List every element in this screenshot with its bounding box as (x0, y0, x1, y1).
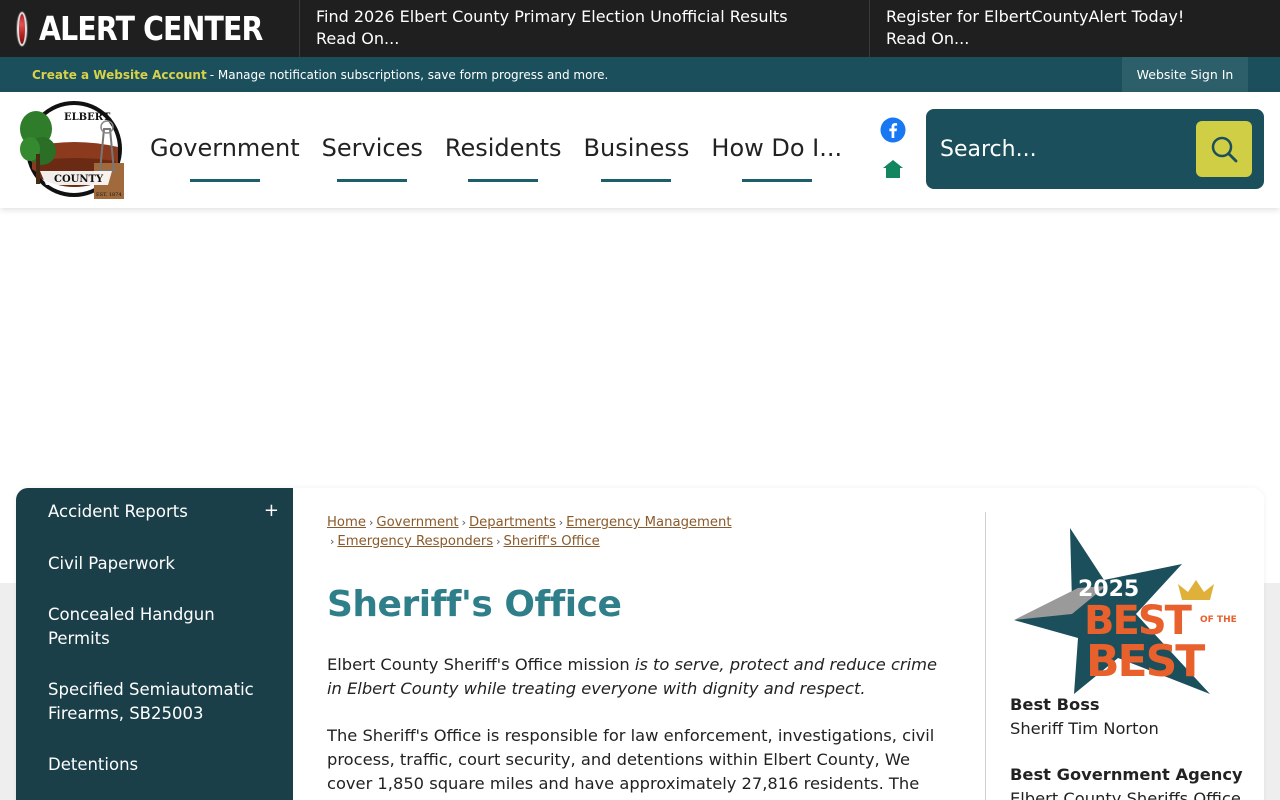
website-sign-in-button[interactable]: Website Sign In (1122, 57, 1248, 92)
elbert-county-logo[interactable]: ELBERT COUNTY EST. 1874 (16, 99, 130, 201)
sidenav-expand-toggle[interactable]: + (264, 500, 279, 521)
breadcrumb-separator: › (461, 516, 467, 529)
alert-bar: ALERT CENTER Find 2026 Elbert County Pri… (0, 0, 1280, 57)
nav-underline (337, 179, 408, 182)
alert-item-read-on: Read On... (316, 29, 400, 48)
logo-est-text: EST. 1874 (96, 192, 122, 198)
sidenav-label: Concealed Handgun Permits (48, 605, 215, 648)
award-heading-best-agency: Best Government Agency (1010, 765, 1243, 784)
alert-item-headline: Register for ElbertCountyAlert Today! (886, 7, 1185, 26)
alert-item-headline: Find 2026 Elbert County Primary Election… (316, 7, 788, 26)
sidenav-label: Accident Reports (48, 502, 188, 521)
description-paragraph: The Sheriff's Office is responsible for … (327, 726, 935, 800)
nav-underline (601, 179, 672, 182)
main-nav: Government Services Residents Business H… (150, 92, 864, 208)
best-of-the-best-award-graphic: 2025 BEST OF THE BEST (1014, 528, 1240, 694)
award-best-bottom: BEST (1086, 636, 1205, 687)
search-icon (1211, 136, 1238, 163)
mission-plain: Elbert County Sheriff's Office mission (327, 655, 635, 674)
column-divider (985, 512, 986, 800)
sidenav-item-civil-paperwork[interactable]: Civil Paperwork (48, 552, 258, 576)
award-value-best-boss: Sheriff Tim Norton (1010, 719, 1159, 738)
award-heading-best-boss: Best Boss (1010, 695, 1100, 714)
create-account-link[interactable]: Create a Website Account (32, 68, 207, 82)
alert-item-election[interactable]: Find 2026 Elbert County Primary Election… (300, 0, 870, 57)
nav-underline (189, 179, 260, 182)
breadcrumb-separator: › (496, 535, 501, 548)
sidenav-item-detentions[interactable]: Detentions (48, 753, 258, 777)
breadcrumb-emergency-responders[interactable]: Emergency Responders (337, 534, 493, 549)
alert-item-read-on: Read On... (886, 29, 970, 48)
breadcrumb-government[interactable]: Government (376, 515, 458, 530)
breadcrumb-separator: › (558, 516, 564, 529)
search-input[interactable] (940, 129, 1180, 169)
nav-services[interactable]: Services (322, 92, 423, 208)
home-icon[interactable] (881, 158, 905, 180)
alert-center-title: ALERT CENTER (39, 9, 263, 48)
breadcrumb-departments[interactable]: Departments (469, 515, 556, 530)
award-value-best-agency: Elbert County Sheriffs Office (1010, 789, 1241, 800)
sidenav-label: Civil Paperwork (48, 554, 175, 573)
nav-how-do-i[interactable]: How Do I... (711, 92, 842, 208)
account-bar: Create a Website Account - Manage notifi… (0, 57, 1280, 92)
content-card: Accident Reports + Civil Paperwork Conce… (16, 488, 1264, 800)
sidenav-item-concealed-handgun-permits[interactable]: Concealed Handgun Permits (48, 603, 258, 651)
search-button[interactable] (1196, 121, 1252, 177)
breadcrumb: Home › Government › Departments › Emergency Ma… (327, 513, 767, 551)
breadcrumb-separator: › (368, 516, 374, 529)
nav-underline (468, 179, 539, 182)
sidenav-label: Detentions (48, 755, 139, 774)
alert-icon (17, 11, 28, 46)
mission-statement: Elbert County Sheriff's Office mission i… (327, 653, 952, 701)
nav-label: Business (583, 134, 690, 162)
sidenav-label: Specified Semiautomatic Firearms, SB2500… (48, 680, 254, 723)
page-title: Sheriff's Office (327, 584, 622, 625)
side-navigation: Accident Reports + Civil Paperwork Conce… (16, 488, 293, 800)
nav-business[interactable]: Business (583, 92, 690, 208)
nav-government[interactable]: Government (150, 92, 300, 208)
nav-residents[interactable]: Residents (445, 92, 562, 208)
breadcrumb-home[interactable]: Home (327, 515, 366, 530)
breadcrumb-separator: › (330, 535, 335, 548)
award-of-the: OF THE (1200, 615, 1237, 625)
sidenav-item-accident-reports[interactable]: Accident Reports (48, 500, 258, 524)
nav-label: Residents (444, 134, 562, 162)
alert-center-brand[interactable]: ALERT CENTER (0, 0, 300, 57)
breadcrumb-sheriffs-office[interactable]: Sheriff's Office (504, 534, 600, 549)
nav-label: How Do I... (711, 134, 843, 162)
alert-item-register[interactable]: Register for ElbertCountyAlert Today! Re… (870, 0, 1280, 57)
search-box (926, 109, 1264, 189)
nav-underline (741, 179, 812, 182)
facebook-icon[interactable] (880, 117, 906, 143)
sidenav-item-semiautomatic-firearms[interactable]: Specified Semiautomatic Firearms, SB2500… (48, 678, 258, 726)
account-description: - Manage notification subscriptions, sav… (209, 67, 609, 82)
breadcrumb-emergency-management[interactable]: Emergency Management (566, 515, 731, 530)
nav-label: Government (150, 134, 300, 162)
nav-label: Services (321, 134, 423, 162)
logo-top-text: ELBERT (64, 112, 111, 123)
logo-bottom-text: COUNTY (54, 174, 104, 185)
site-header: ELBERT COUNTY EST. 1874 Government Servi… (0, 92, 1280, 208)
